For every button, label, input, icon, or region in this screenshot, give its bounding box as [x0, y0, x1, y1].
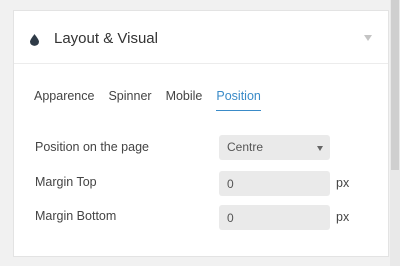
scrollbar-thumb[interactable] [391, 0, 399, 170]
margin-top-unit: px [336, 176, 350, 190]
margin-bottom-label: Margin Bottom [35, 209, 117, 223]
tab-position[interactable]: Position [216, 89, 261, 111]
tab-bar: Apparence Spinner Mobile Position [34, 89, 275, 111]
tab-mobile[interactable]: Mobile [166, 89, 203, 111]
caret-down-icon [317, 146, 323, 151]
tab-apparence[interactable]: Apparence [34, 89, 94, 111]
margin-top-input[interactable]: 0 [219, 171, 330, 196]
position-select-value: Centre [227, 140, 264, 154]
panel-title: Layout & Visual [54, 30, 158, 47]
panel-header[interactable]: Layout & Visual [14, 11, 388, 64]
margin-bottom-input[interactable]: 0 [219, 205, 330, 230]
layout-visual-panel: Layout & Visual Apparence Spinner Mobile… [13, 10, 389, 257]
position-select[interactable]: Centre [219, 135, 330, 160]
margin-bottom-unit: px [336, 210, 350, 224]
tab-spinner[interactable]: Spinner [108, 89, 151, 111]
drop-icon [30, 34, 39, 46]
triangle-down-icon[interactable] [364, 35, 372, 41]
position-label: Position on the page [35, 140, 149, 154]
margin-top-label: Margin Top [35, 175, 97, 189]
